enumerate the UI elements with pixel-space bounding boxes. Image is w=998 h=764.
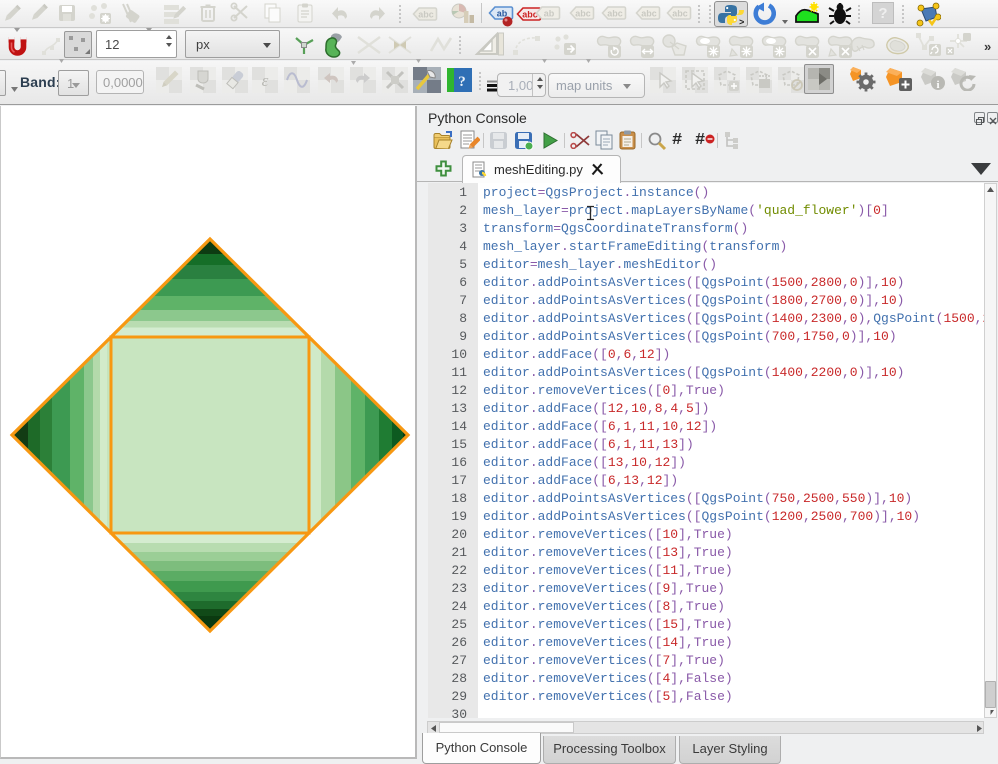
svg-text:abc: abc <box>641 9 657 19</box>
svg-text:abc: abc <box>575 9 591 19</box>
svg-text:ab: ab <box>544 9 555 19</box>
svg-text:?: ? <box>458 74 466 90</box>
svg-text:ε: ε <box>262 71 269 90</box>
svg-text:i: i <box>936 79 939 91</box>
svg-text:abc: abc <box>672 9 688 19</box>
svg-text:abc: abc <box>418 10 434 20</box>
svg-text:>: > <box>739 18 744 26</box>
svg-text:abc: abc <box>607 9 623 19</box>
